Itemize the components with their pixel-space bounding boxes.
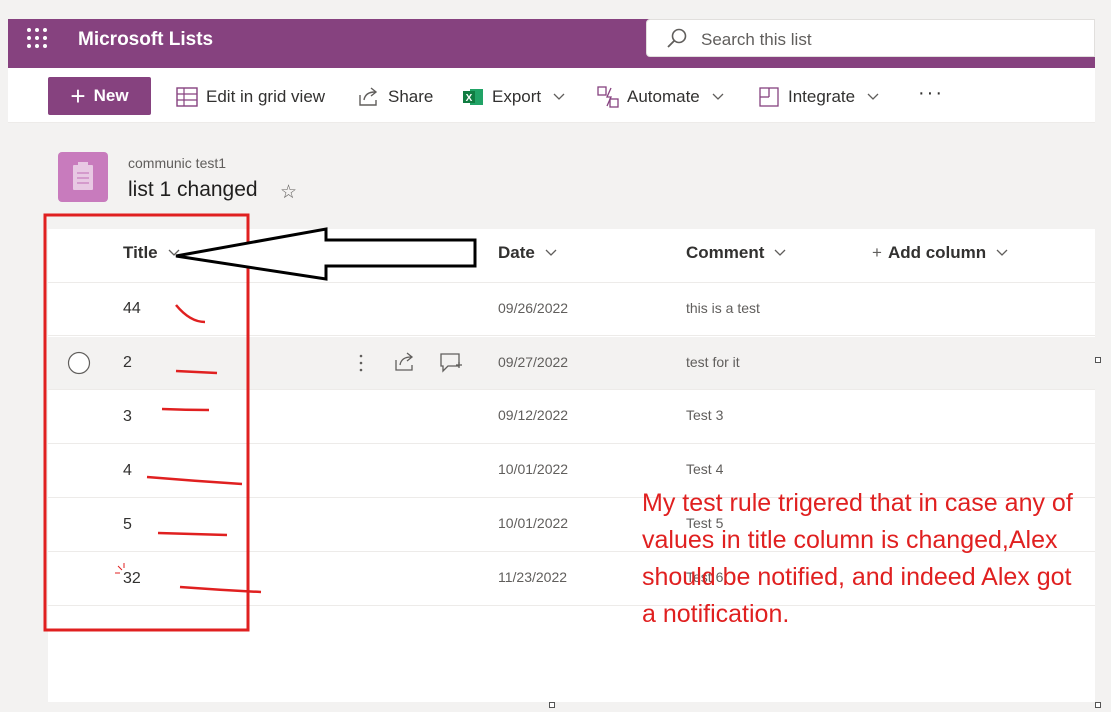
underline-mark: [161, 407, 210, 412]
arrow-annotation: [175, 227, 477, 281]
underline-mark: [157, 531, 228, 537]
resize-handle: [1095, 357, 1101, 363]
underline-mark: [146, 475, 243, 486]
underline-mark: [175, 369, 218, 375]
cursor-spark-mark: [115, 563, 125, 574]
highlight-box: [43, 213, 250, 632]
resize-handle: [1095, 702, 1101, 708]
annotation-text: My test rule trigered that in case any o…: [642, 489, 1073, 628]
underline-mark: [175, 304, 206, 324]
resize-handle: [549, 702, 555, 708]
